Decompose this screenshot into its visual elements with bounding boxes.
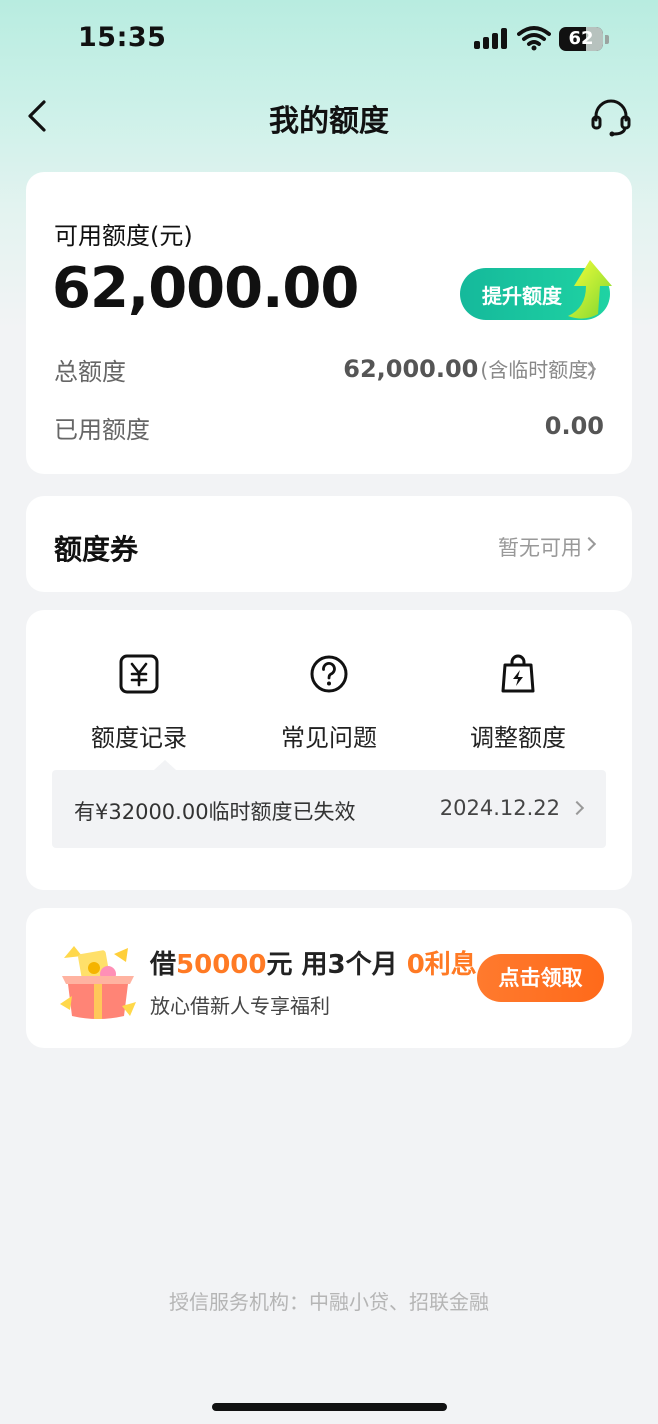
home-indicator bbox=[212, 1403, 447, 1411]
total-quota-label: 总额度 bbox=[54, 358, 126, 386]
actions-card: 额度记录 常见问题 调整额度 有¥32000.00临时额度已失效 2024.12… bbox=[26, 610, 632, 890]
boost-quota-button[interactable]: 提升额度 bbox=[460, 260, 612, 320]
battery-level: 62 bbox=[568, 28, 594, 49]
gift-box-icon bbox=[60, 946, 136, 1019]
faq-button[interactable]: 常见问题 bbox=[259, 650, 399, 756]
status-time: 15:35 bbox=[78, 22, 167, 53]
question-icon bbox=[310, 655, 348, 693]
total-quota-note: (含临时额度) bbox=[480, 358, 596, 382]
action-label: 常见问题 bbox=[281, 724, 377, 752]
total-quota-value: 62,000.00 bbox=[343, 355, 479, 383]
quota-coupon-row[interactable]: 额度券 暂无可用 bbox=[26, 496, 632, 592]
wifi-icon bbox=[517, 26, 551, 51]
battery-icon: 62 bbox=[559, 27, 609, 51]
used-quota-value: 0.00 bbox=[544, 412, 604, 440]
available-quota-amount: 62,000.00 bbox=[52, 256, 359, 321]
action-label: 调整额度 bbox=[470, 724, 566, 752]
up-arrow-icon bbox=[568, 260, 612, 319]
boost-quota-label: 提升额度 bbox=[482, 284, 562, 308]
bag-lightning-icon bbox=[501, 654, 535, 693]
coupon-status: 暂无可用 bbox=[498, 536, 582, 560]
yuan-icon bbox=[119, 654, 159, 694]
credit-institutions-footer: 授信服务机构：中融小贷、招联金融 bbox=[169, 1290, 489, 1314]
promo-title-middle: 元 用3个月 bbox=[266, 950, 407, 980]
promo-title-prefix: 借 bbox=[150, 950, 177, 980]
promo-title: 借50000元 用3个月 0利息 bbox=[150, 944, 477, 981]
coupon-title: 额度券 bbox=[54, 533, 139, 566]
action-label: 额度记录 bbox=[91, 724, 187, 752]
quota-records-button[interactable]: 额度记录 bbox=[69, 650, 209, 756]
expired-temp-quota-notice[interactable]: 有¥32000.00临时额度已失效 2024.12.22 bbox=[52, 760, 606, 848]
chevron-right-icon bbox=[569, 800, 585, 816]
quota-card: 可用额度(元) 62,000.00 提升额度 总额度 62,000.00 (含临… bbox=[26, 172, 632, 474]
status-bar: 15:35 62 bbox=[0, 0, 658, 80]
notice-text: 有¥32000.00临时额度已失效 bbox=[74, 800, 356, 824]
chevron-right-icon bbox=[581, 536, 597, 552]
notice-pointer bbox=[154, 760, 176, 770]
promo-subtitle: 放心借新人专享福利 bbox=[150, 994, 330, 1018]
page-title: 我的额度 bbox=[269, 104, 389, 139]
promo-amount: 50000 bbox=[176, 950, 267, 980]
total-quota-link[interactable]: 62,000.00 (含临时额度) bbox=[343, 354, 596, 383]
claim-button[interactable]: 点击领取 bbox=[477, 954, 604, 1002]
used-quota-label: 已用额度 bbox=[54, 416, 150, 444]
signal-icon bbox=[474, 27, 510, 49]
notice-date: 2024.12.22 bbox=[439, 796, 560, 820]
promo-highlight: 0利息 bbox=[406, 950, 477, 980]
headset-icon[interactable] bbox=[590, 96, 632, 138]
available-quota-label: 可用额度(元) bbox=[54, 222, 193, 250]
adjust-quota-button[interactable]: 调整额度 bbox=[448, 650, 588, 756]
promo-card: 借50000元 用3个月 0利息 放心借新人专享福利 点击领取 bbox=[26, 908, 632, 1048]
nav-bar: 我的额度 bbox=[0, 80, 658, 152]
